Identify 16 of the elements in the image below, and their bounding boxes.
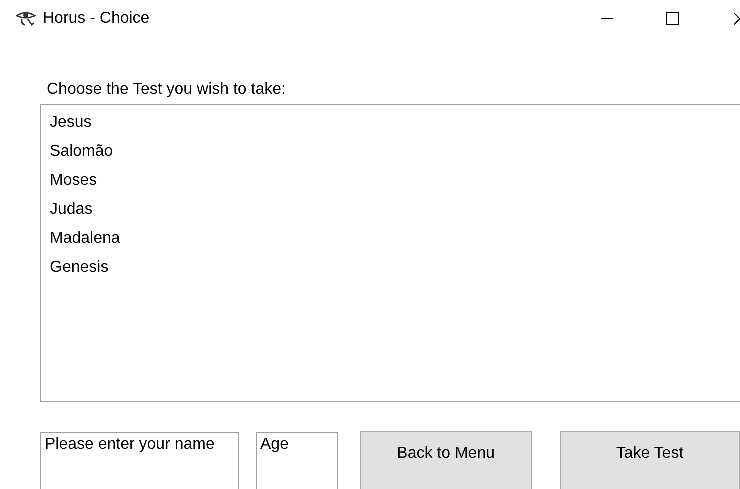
eye-icon (16, 11, 36, 27)
list-item[interactable]: Judas (41, 200, 101, 229)
window-title: Horus - Choice (43, 9, 150, 29)
age-field[interactable]: Age (256, 432, 338, 489)
list-item[interactable]: Genesis (41, 258, 117, 287)
test-list[interactable]: Jesus Salomão Moses Judas Madalena Genesis (40, 104, 740, 402)
list-item[interactable]: Jesus (41, 113, 100, 142)
list-item[interactable]: Madalena (41, 229, 128, 258)
maximize-icon[interactable] (666, 12, 680, 26)
list-item[interactable]: Moses (41, 171, 106, 200)
take-test-button[interactable]: Take Test (560, 431, 740, 489)
back-button[interactable]: Back to Menu (360, 431, 532, 489)
prompt-label: Choose the Test you wish to take: (47, 80, 286, 100)
name-field[interactable]: Please enter your name (40, 432, 238, 489)
list-item[interactable]: Salomão (41, 142, 122, 171)
close-icon[interactable] (734, 12, 740, 26)
